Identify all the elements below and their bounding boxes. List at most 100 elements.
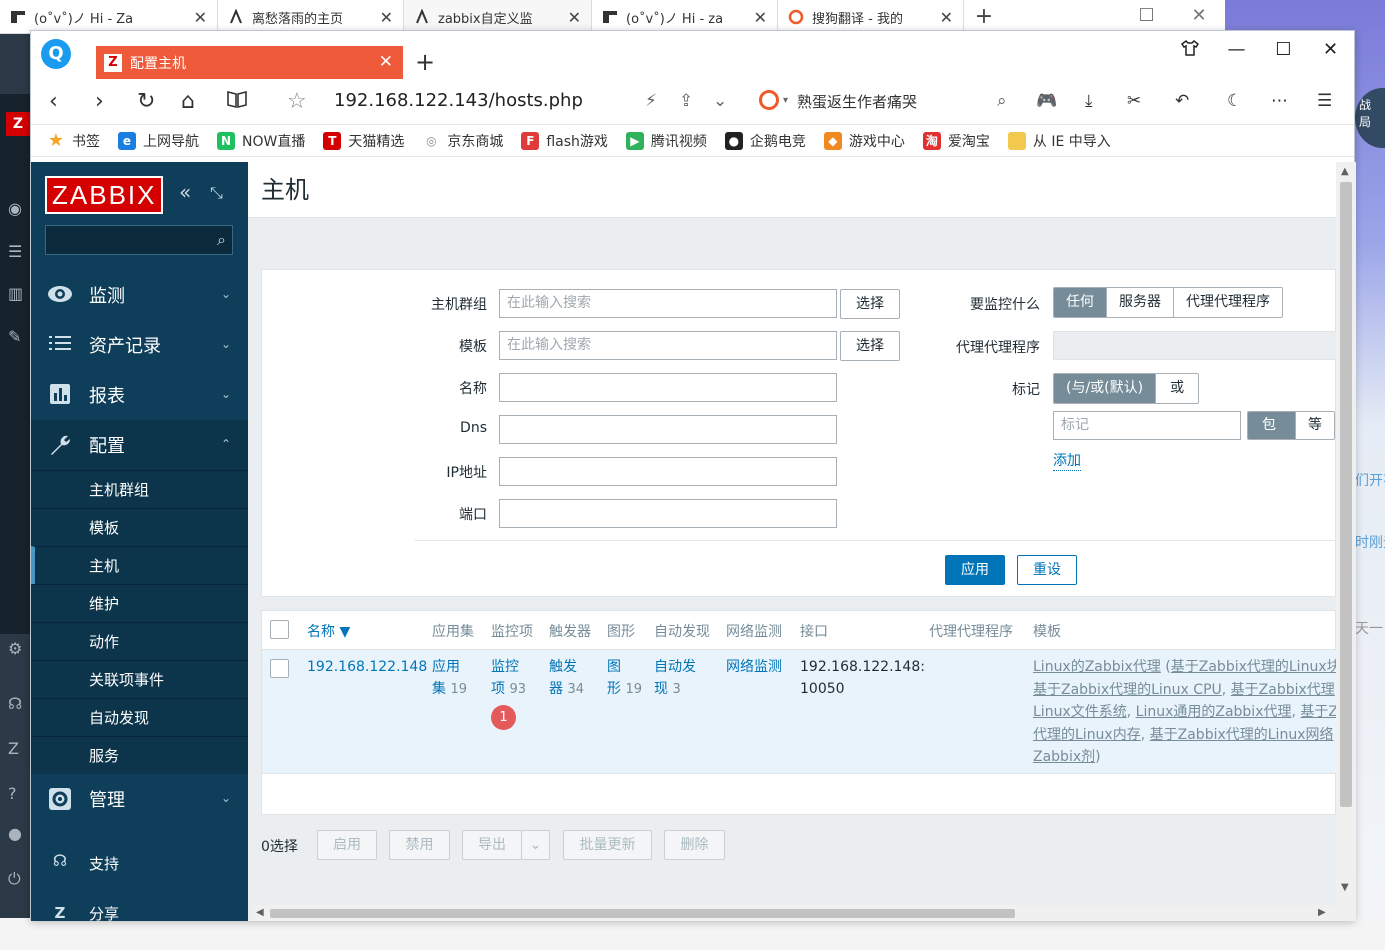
nav-inventory[interactable]: 资产记录 ⌄ [31, 320, 248, 370]
close-icon[interactable]: ✕ [940, 8, 953, 27]
applications-link[interactable]: 应用 [432, 659, 460, 675]
nav-administration[interactable]: 管理 ⌄ [31, 774, 248, 824]
expand-icon[interactable]: ⤡ [210, 183, 223, 203]
mass-update-button[interactable]: 批量更新 [563, 830, 652, 860]
lightning-icon[interactable]: ⚡ [645, 91, 657, 111]
triggers-link[interactable]: 触发 [549, 659, 577, 675]
bookmark-item[interactable]: 淘爱淘宝 [922, 131, 990, 151]
template-link[interactable]: Zabbix剂 [1033, 749, 1095, 765]
submenu-maintenance[interactable]: 维护 [31, 584, 248, 622]
port-input[interactable] [499, 499, 837, 528]
nav-monitoring[interactable]: 监测 ⌄ [31, 270, 248, 320]
close-icon[interactable]: ✕ [1191, 5, 1206, 26]
dns-input[interactable] [499, 415, 837, 444]
close-icon[interactable]: ✕ [754, 8, 767, 27]
bookmark-item[interactable]: Fflash游戏 [521, 131, 608, 151]
close-icon[interactable]: ✕ [380, 8, 393, 27]
items-link[interactable]: 项 [491, 681, 505, 697]
outer-tab[interactable]: (o˚v˚)ノ Hi - Za ✕ [0, 0, 218, 34]
items-link[interactable]: 监控 [491, 659, 519, 675]
sidebar-search-input[interactable]: ⌕ [45, 225, 233, 255]
host-group-input[interactable]: 在此输入搜索 [499, 289, 837, 318]
collapse-sidebar-icon[interactable]: « [179, 180, 191, 204]
template-link[interactable]: 基于Zabbix代理的Linux CPU [1033, 682, 1222, 698]
name-input[interactable] [499, 373, 837, 402]
close-icon[interactable]: ✕ [194, 8, 207, 27]
chevron-down-icon[interactable]: ⌄ [713, 91, 727, 111]
maximize-icon[interactable]: ☐ [1260, 39, 1307, 62]
forward-icon[interactable]: › [95, 89, 104, 114]
enable-button[interactable]: 启用 [317, 830, 377, 860]
search-icon[interactable]: ⌕ [217, 230, 226, 250]
bookmark-item[interactable]: ◆ 游戏中心 [823, 131, 905, 151]
export-dropdown-button[interactable]: ⌄ [521, 830, 550, 860]
template-select-button[interactable]: 选择 [840, 331, 900, 361]
bookmark-item[interactable]: ◎ 京东商城 [422, 131, 503, 151]
home-icon[interactable]: ⌂ [181, 89, 195, 114]
template-link[interactable]: 基于Zabbix代理的Linux网络 [1150, 727, 1334, 743]
template-link[interactable]: 基于Zabbix代理的Linux块 [1171, 659, 1341, 675]
outer-tab[interactable]: (o˚v˚)ノ Hi - za ✕ [592, 0, 778, 34]
submenu-hosts[interactable]: 主机 [31, 546, 248, 584]
submenu-discovery[interactable]: 自动发现 [31, 698, 248, 736]
browser-logo-icon[interactable]: Q [41, 39, 71, 69]
scroll-right-icon[interactable]: ▶ [1318, 907, 1326, 918]
apply-button[interactable]: 应用 [945, 555, 1005, 585]
moon-icon[interactable]: ☾ [1227, 91, 1242, 111]
vertical-scrollbar[interactable]: ▲ ▼ [1336, 162, 1356, 921]
host-name-link[interactable]: 192.168.122.148 [307, 656, 427, 678]
outer-tab-active[interactable]: zabbix自定义监 ✕ [404, 0, 592, 34]
template-input[interactable]: 在此输入搜索 [499, 331, 837, 360]
template-link[interactable]: 代理的Linux内存 [1033, 727, 1141, 743]
scissors-icon[interactable]: ✂ [1127, 91, 1141, 111]
more-icon[interactable]: ⋯ [1271, 91, 1288, 111]
graphs-link[interactable]: 图 [607, 659, 621, 675]
submenu-services[interactable]: 服务 [31, 736, 248, 774]
ip-input[interactable] [499, 457, 837, 486]
applications-link[interactable]: 集 [432, 681, 446, 697]
tab-config-hosts[interactable]: Z 配置主机 ✕ [96, 46, 403, 79]
download-icon[interactable]: ⤓ [1085, 91, 1093, 111]
scrollbar-thumb[interactable] [1340, 182, 1352, 807]
search-input[interactable]: 熟蛋返生作者痛哭 [797, 91, 917, 112]
new-tab-button[interactable]: + [964, 0, 1004, 33]
select-all-checkbox[interactable] [270, 620, 289, 639]
tag-op-equals[interactable]: 等 [1296, 412, 1334, 439]
graphs-link[interactable]: 形 [607, 681, 621, 697]
bookmark-item[interactable]: T 天猫精选 [323, 131, 404, 151]
shirt-skin-icon[interactable] [1166, 39, 1213, 62]
monitored-by-any[interactable]: 任何 [1054, 288, 1107, 317]
scrollbar-thumb[interactable] [270, 909, 1015, 918]
template-link[interactable]: 基于Zabbix代理 [1231, 682, 1335, 698]
column-header-name[interactable]: 名称 ▼ [307, 621, 350, 641]
submenu-templates[interactable]: 模板 [31, 508, 248, 546]
zabbix-logo[interactable]: ZABBIX [45, 176, 164, 214]
monitored-by-server[interactable]: 服务器 [1107, 288, 1174, 317]
tags-and-or[interactable]: (与/或(默认) [1054, 374, 1157, 403]
bookmark-item[interactable]: e 上网导航 [118, 131, 199, 151]
star-icon[interactable]: ☆ [287, 89, 307, 114]
nav-support[interactable]: ☊ 支持 [31, 838, 248, 888]
discovery-link[interactable]: 自动发 [654, 659, 696, 675]
refresh-icon[interactable]: ↻ [137, 89, 155, 114]
export-button[interactable]: 导出 [462, 830, 522, 860]
bookmark-item[interactable]: ▶ 腾讯视频 [625, 131, 707, 151]
share-icon[interactable]: ⇪ [679, 91, 693, 111]
nav-configuration[interactable]: 配置 ⌃ [31, 420, 248, 470]
host-group-select-button[interactable]: 选择 [840, 289, 900, 319]
template-link[interactable]: Linux文件系统 [1033, 704, 1127, 720]
monitored-by-proxy[interactable]: 代理代理程序 [1174, 288, 1282, 317]
tag-input[interactable]: 标记 [1053, 411, 1241, 440]
gamepad-icon[interactable]: 🎮 [1036, 91, 1057, 111]
url-input[interactable]: 192.168.122.143/hosts.php [334, 90, 583, 111]
close-icon[interactable]: ✕ [568, 8, 581, 27]
undo-icon[interactable]: ↶ [1175, 91, 1189, 111]
template-link[interactable]: Linux通用的Zabbix代理 [1136, 704, 1292, 720]
reset-button[interactable]: 重设 [1017, 555, 1077, 585]
bookmark-item[interactable]: N NOW直播 [217, 131, 305, 151]
tags-or[interactable]: 或 [1156, 374, 1199, 403]
bookmark-item[interactable]: 从 IE 中导入 [1007, 131, 1111, 151]
horizontal-scrollbar[interactable]: ◀ ▶ [252, 905, 1337, 921]
submenu-host-groups[interactable]: 主机群组 [31, 470, 248, 508]
menu-icon[interactable]: ☰ [1317, 91, 1332, 111]
